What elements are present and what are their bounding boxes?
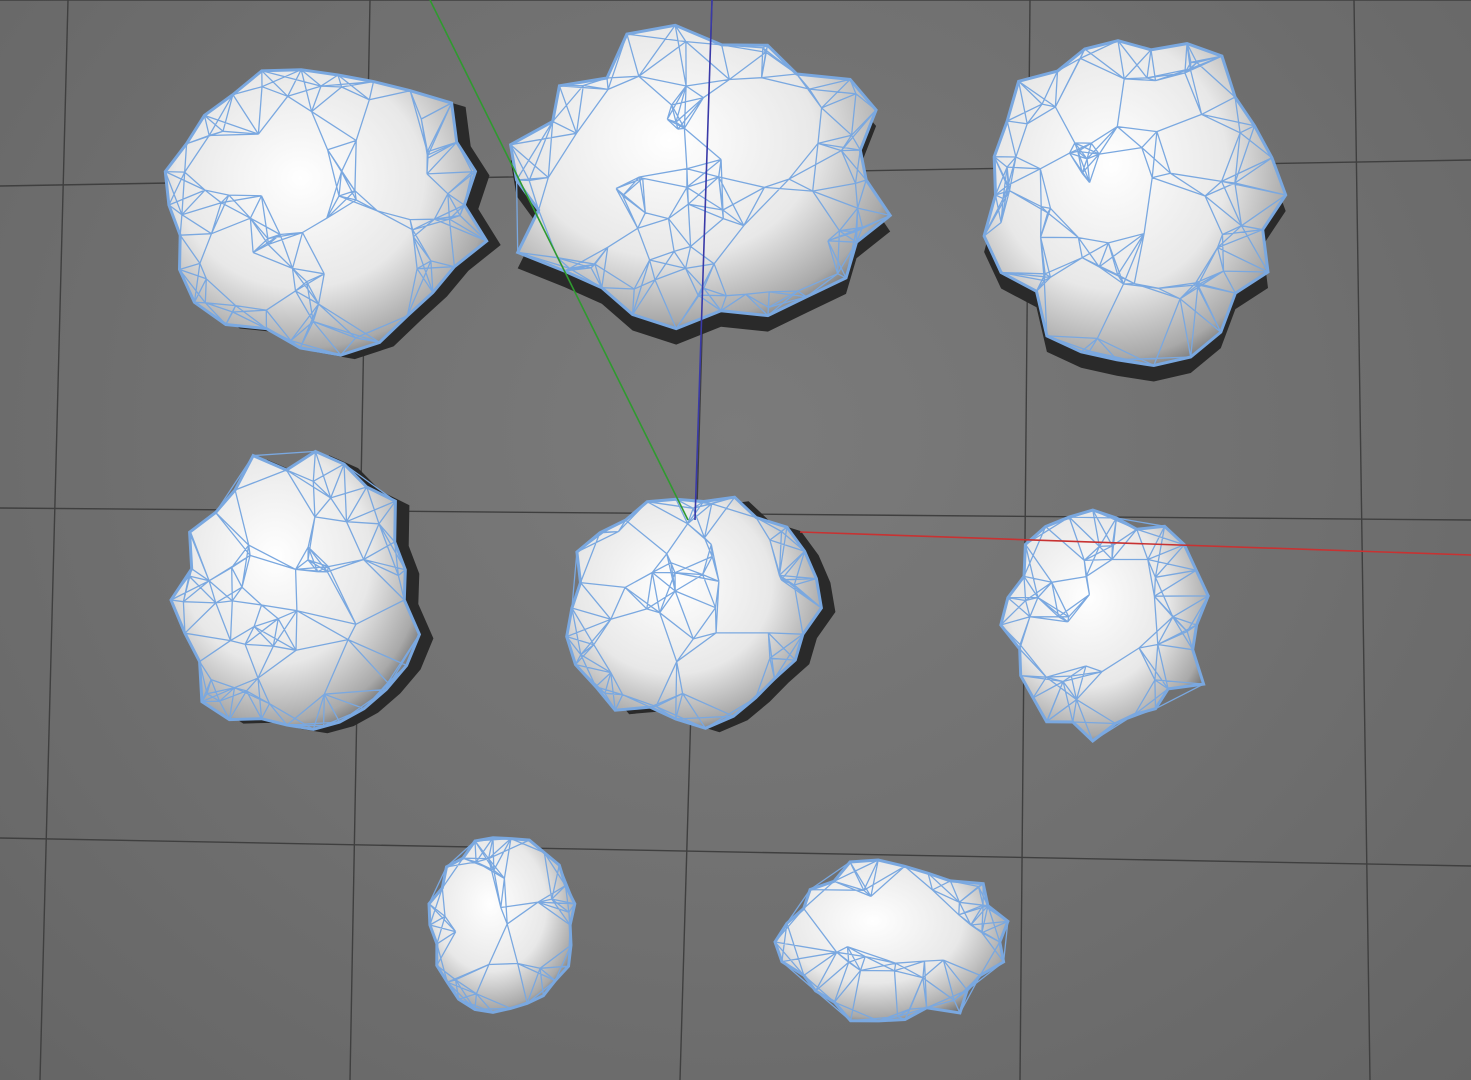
rock-4[interactable] — [169, 449, 434, 734]
rock-3[interactable] — [982, 39, 1288, 382]
rock-5[interactable] — [565, 495, 836, 733]
3d-viewport[interactable] — [0, 0, 1471, 1080]
rock-1[interactable] — [163, 68, 501, 360]
rock-8[interactable] — [773, 858, 1010, 1023]
rock-7[interactable] — [427, 836, 577, 1014]
viewport-scene[interactable] — [0, 0, 1471, 1080]
grid-line — [39, 0, 69, 1080]
grid-line — [0, 837, 1471, 867]
rock-2[interactable] — [508, 23, 893, 345]
rock-objects[interactable] — [163, 23, 1288, 1023]
